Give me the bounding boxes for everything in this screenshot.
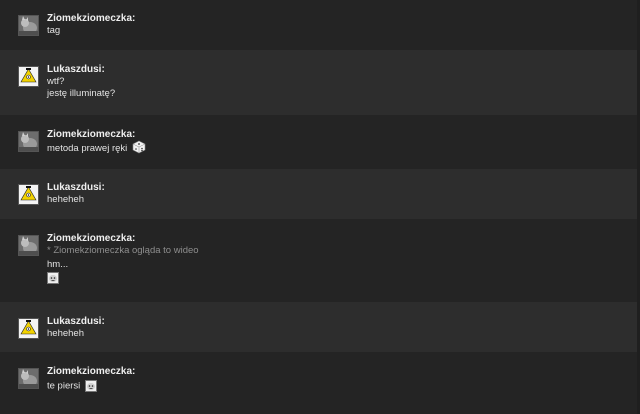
face-icon xyxy=(84,380,97,392)
message-author[interactable]: Lukaszdusi: xyxy=(47,182,640,194)
message-text-content: metoda prawej ręki xyxy=(47,143,128,155)
message-author[interactable]: Lukaszdusi: xyxy=(47,316,640,328)
message-text: metoda prawej ręki xyxy=(47,140,640,155)
message-author[interactable]: Ziomekziomeczka: xyxy=(47,13,640,25)
chat-message: Ziomekziomeczka: te piersi xyxy=(0,352,640,414)
message-text: te piersi xyxy=(47,380,640,393)
message-author[interactable]: Lukaszdusi: xyxy=(47,64,640,76)
chat-message: Ziomekziomeczka: * Ziomekziomeczka ogląd… xyxy=(0,219,640,302)
chat-message: Lukaszdusi: wtf? jestę illuminatę? xyxy=(0,50,640,115)
chat-message: Ziomekziomeczka: metoda prawej ręki xyxy=(0,115,640,169)
triangle-avatar-icon[interactable] xyxy=(18,66,39,87)
cat-avatar-icon[interactable] xyxy=(18,15,39,36)
chat-log: Ziomekziomeczka: tag Lukaszdusi: wtf? je… xyxy=(0,0,640,414)
cat-avatar-icon[interactable] xyxy=(18,368,39,389)
emoticon-line xyxy=(47,272,640,285)
dice-icon xyxy=(132,140,146,154)
message-text: hm... xyxy=(47,259,69,270)
chat-message: Ziomekziomeczka: tag xyxy=(0,0,640,50)
message-text: tag xyxy=(47,25,61,36)
triangle-avatar-icon[interactable] xyxy=(18,184,39,205)
message-text: jestę illuminatę? xyxy=(47,88,116,99)
cat-avatar-icon[interactable] xyxy=(18,235,39,256)
cat-avatar-icon[interactable] xyxy=(18,131,39,152)
chat-message: Lukaszdusi: heheheh xyxy=(0,169,640,219)
face-icon xyxy=(47,272,59,284)
triangle-avatar-icon[interactable] xyxy=(18,318,39,339)
chat-message: Lukaszdusi: heheheh xyxy=(0,302,640,352)
action-text: * Ziomekziomeczka ogląda to wideo xyxy=(47,245,199,256)
message-text: heheheh xyxy=(47,328,84,339)
message-text-content: te piersi xyxy=(47,380,81,392)
message-author[interactable]: Ziomekziomeczka: xyxy=(47,366,640,378)
message-author[interactable]: Ziomekziomeczka: xyxy=(47,233,640,245)
message-text: wtf? xyxy=(47,76,65,87)
message-text: heheheh xyxy=(47,194,84,205)
